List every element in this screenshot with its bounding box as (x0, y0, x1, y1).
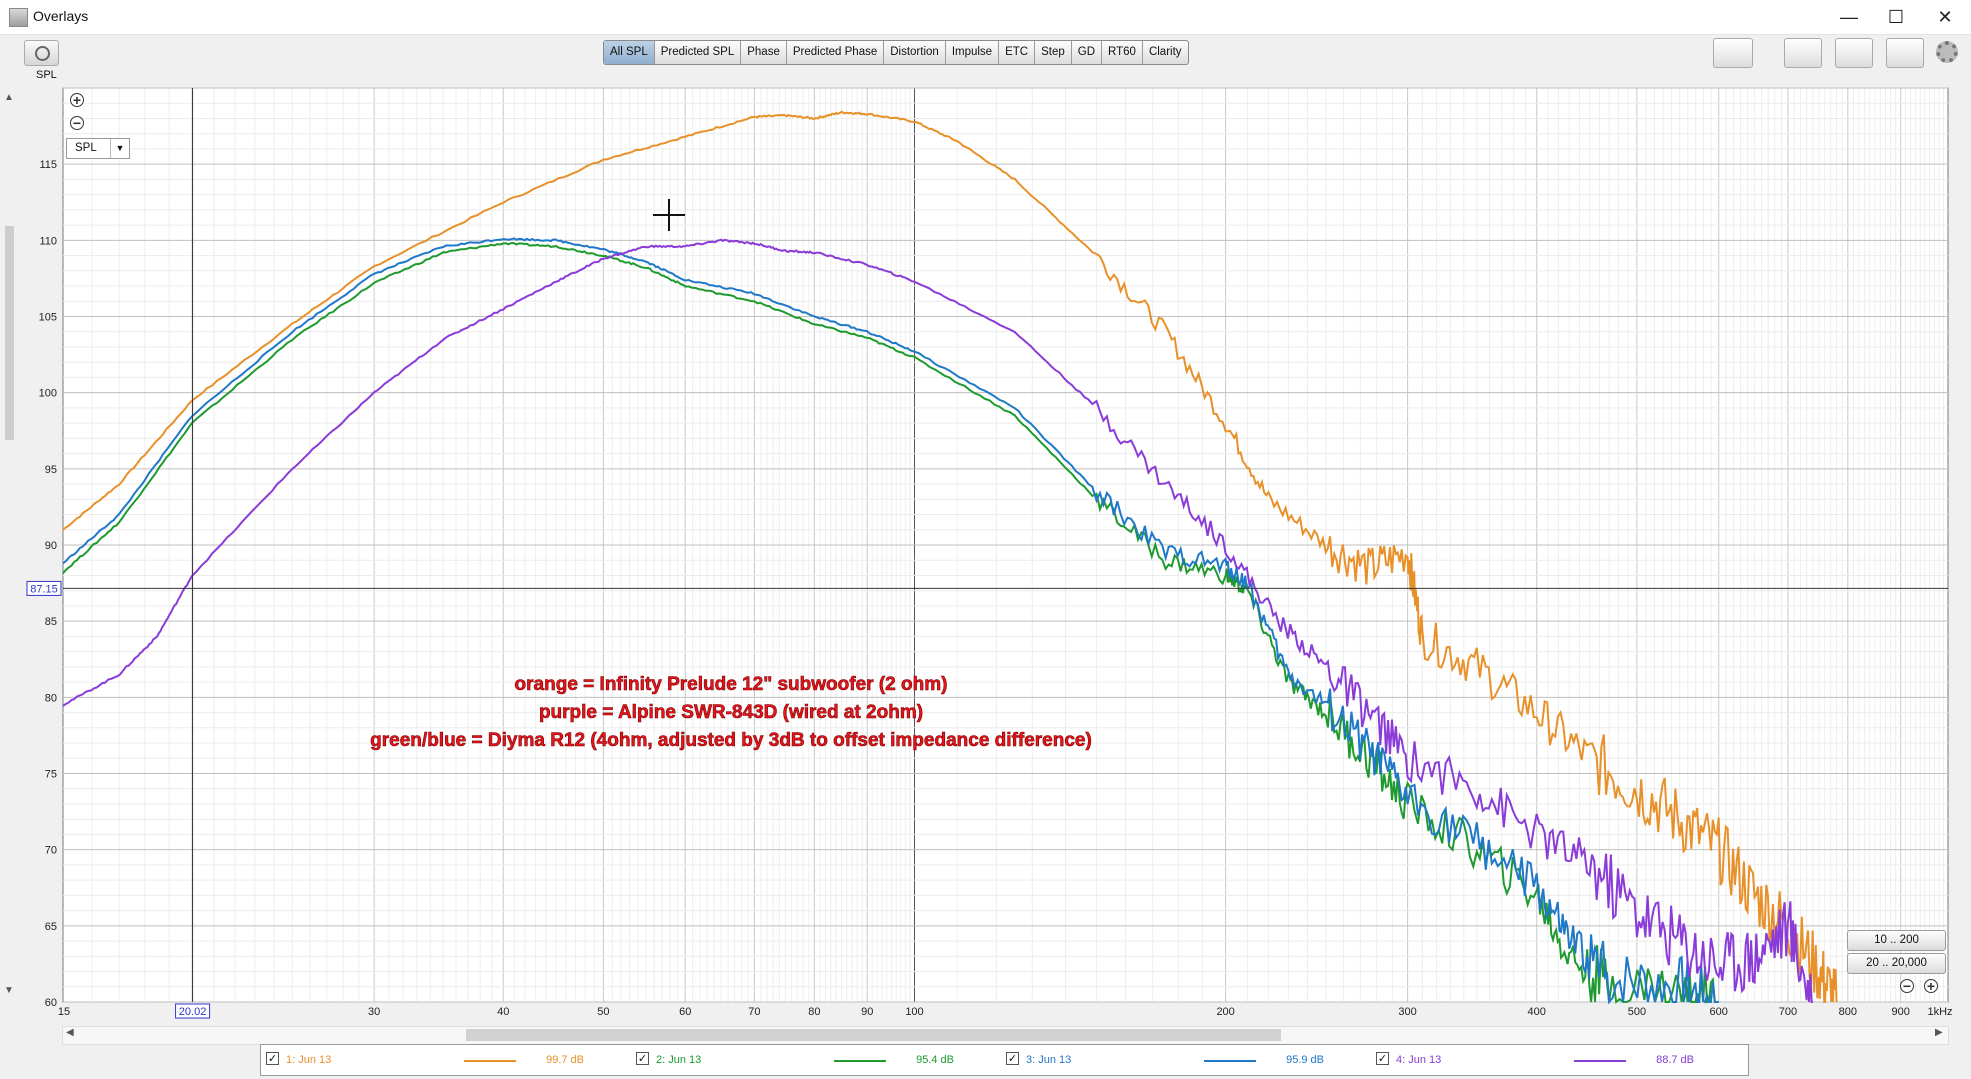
x-tick-label: 100 (905, 1006, 923, 1018)
legend-level: 95.4 dB (916, 1054, 954, 1066)
x-tick-label: 200 (1216, 1006, 1234, 1018)
x-tick-label: 60 (679, 1006, 691, 1018)
x-tick-label: 800 (1839, 1006, 1857, 1018)
legend-item: ✓ 4: Jun 13 88.7 dB (1371, 1045, 1741, 1075)
y-tick-label: 60 (45, 997, 57, 1009)
x-tick-label: 400 (1528, 1006, 1546, 1018)
legend-item: ✓ 3: Jun 13 95.9 dB (1001, 1045, 1371, 1075)
legend-swatch (834, 1060, 886, 1062)
y-tick-label: 80 (45, 692, 57, 704)
x-zoom-out-icon[interactable]: − (1900, 979, 1914, 993)
x-zoom-in-icon[interactable]: + (1924, 979, 1938, 993)
scroll-left-icon[interactable]: ◀ (66, 1027, 74, 1038)
legend-level: 99.7 dB (546, 1054, 584, 1066)
x-tick-label: 700 (1779, 1006, 1797, 1018)
y-tick-label: 70 (45, 845, 57, 857)
x-tick-label: 80 (808, 1006, 820, 1018)
measure-select-value: SPL (75, 142, 97, 154)
zoom-out-icon[interactable]: − (70, 116, 84, 130)
x-tick-label: 70 (748, 1006, 760, 1018)
y-tick-label: 115 (39, 159, 57, 171)
annotation-line-3: green/blue = Diyma R12 (4ohm, adjusted b… (370, 730, 1092, 751)
legend-swatch (1574, 1060, 1626, 1062)
legend-label: 3: Jun 13 (1026, 1054, 1072, 1066)
scroll-right-icon[interactable]: ▶ (1935, 1027, 1943, 1038)
y-tick-label: 105 (39, 312, 57, 324)
legend-swatch (464, 1060, 516, 1062)
y-tick-label: 90 (45, 540, 57, 552)
x-tick-label: 40 (497, 1006, 509, 1018)
y-tick-label: 110 (39, 235, 57, 247)
x-tick-label: 30 (368, 1006, 380, 1018)
zoom-in-icon[interactable]: + (70, 93, 84, 107)
x-tick-label: 300 (1398, 1006, 1416, 1018)
grid (63, 87, 1948, 1003)
measure-select[interactable]: SPL ▼ (66, 138, 130, 159)
legend-checkbox[interactable]: ✓ (1006, 1052, 1019, 1065)
y-axis-ticks: 60 65 70 75 80 85 87.15 90 95 100 105 110 115 (26, 159, 62, 1009)
x-tick-label: 50 (597, 1006, 609, 1018)
cursor-x-readout: 20.02 (179, 1006, 207, 1018)
legend-checkbox[interactable]: ✓ (636, 1052, 649, 1065)
y-tick-label: 85 (45, 616, 57, 628)
legend-level: 88.7 dB (1656, 1054, 1694, 1066)
cursor-y-readout: 87.15 (30, 583, 58, 595)
legend-checkbox[interactable]: ✓ (1376, 1052, 1389, 1065)
legend-label: 2: Jun 13 (656, 1054, 702, 1066)
x-tick-label: 500 (1628, 1006, 1646, 1018)
annotation-line-1: orange = Infinity Prelude 12" subwoofer … (515, 674, 948, 695)
legend-label: 4: Jun 13 (1396, 1054, 1442, 1066)
x-tick-label: 1kHz (1927, 1006, 1952, 1018)
annotation-line-2: purple = Alpine SWR-843D (wired at 2ohm) (539, 702, 923, 723)
horizontal-scroll-thumb[interactable] (466, 1029, 1281, 1041)
legend-swatch (1204, 1060, 1256, 1062)
x-tick-label: 900 (1892, 1006, 1910, 1018)
horizontal-scrollbar[interactable] (62, 1026, 1949, 1045)
spl-chart[interactable]: 15 20.02 30 40 50 60 70 80 90 100 200 300 400 500 600 7… (0, 0, 1971, 1079)
legend-checkbox[interactable]: ✓ (266, 1052, 279, 1065)
range-10-200-button[interactable]: 10 .. 200 (1847, 930, 1946, 951)
legend-label: 1: Jun 13 (286, 1054, 332, 1066)
legend-level: 95.9 dB (1286, 1054, 1324, 1066)
x-axis-ticks: 15 20.02 30 40 50 60 70 80 90 100 200 300 400 500 600 7… (58, 1003, 1953, 1019)
y-tick-label: 75 (45, 769, 57, 781)
chevron-down-icon[interactable]: ▼ (110, 139, 129, 158)
x-tick-label: 90 (861, 1006, 873, 1018)
range-20-20000-button[interactable]: 20 .. 20,000 (1847, 953, 1946, 974)
y-tick-label: 100 (39, 388, 57, 400)
y-tick-label: 65 (45, 921, 57, 933)
legend-item: ✓ 1: Jun 13 99.7 dB (261, 1045, 631, 1075)
x-tick-label: 600 (1710, 1006, 1728, 1018)
x-tick-label: 15 (58, 1006, 70, 1018)
legend-item: ✓ 2: Jun 13 95.4 dB (631, 1045, 1001, 1075)
y-tick-label: 95 (45, 464, 57, 476)
legend: ✓ 1: Jun 13 99.7 dB ✓ 2: Jun 13 95.4 dB ✓ 3: Ju… (260, 1044, 1749, 1076)
